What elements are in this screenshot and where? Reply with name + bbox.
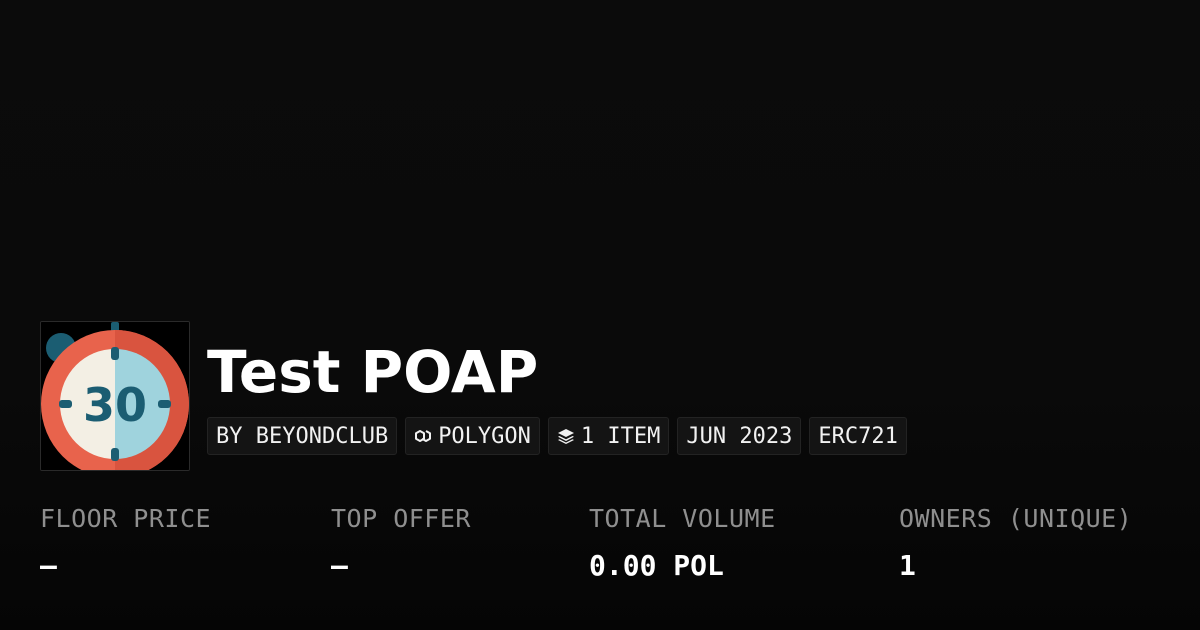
stat-label: FLOOR PRICE [40,504,212,533]
tag-chain-label: POLYGON [438,423,531,449]
tag-standard-label: ERC721 [818,423,898,449]
stat-value: 0.00 POL [589,549,724,582]
collection-header: 30 Test POAP BY BEYONDCLUB POLYGON 1 ITE… [40,321,907,471]
stat-top-offer: TOP OFFER – [331,504,471,582]
stat-floor-price: FLOOR PRICE – [40,504,211,582]
stat-label: TOP OFFER [331,504,471,533]
collection-title: Test POAP [207,338,539,406]
tag-items-label: 1 ITEM [580,423,661,449]
avatar-digits: 30 [83,378,147,432]
stat-owners: OWNERS (UNIQUE) 1 [899,504,1132,582]
layers-icon [557,427,575,445]
timer-30-icon: 30 [41,322,189,470]
stat-value: – [40,549,57,582]
stat-value: 1 [899,549,916,582]
polygon-chain-icon [414,427,432,445]
stat-value: – [331,549,348,582]
tag-list: BY BEYONDCLUB POLYGON 1 ITEM JUN 2023 ER… [207,417,907,455]
tag-items: 1 ITEM [547,417,670,455]
tag-chain: POLYGON [405,417,540,455]
stat-label: TOTAL VOLUME [589,504,776,533]
tag-creator: BY BEYONDCLUB [207,417,398,455]
tag-standard: ERC721 [809,417,907,455]
tag-date: JUN 2023 [677,417,802,455]
title-block: Test POAP BY BEYONDCLUB POLYGON 1 ITEM J… [207,321,907,455]
tag-creator-label: BY BEYONDCLUB [216,423,389,449]
og-card: 30 Test POAP BY BEYONDCLUB POLYGON 1 ITE… [0,0,1200,630]
collection-avatar: 30 [40,321,190,471]
tag-date-label: JUN 2023 [686,423,793,449]
stats-row: FLOOR PRICE – TOP OFFER – TOTAL VOLUME 0… [0,504,1200,614]
stat-total-volume: TOTAL VOLUME 0.00 POL [589,504,776,582]
stat-label: OWNERS (UNIQUE) [899,504,1133,533]
